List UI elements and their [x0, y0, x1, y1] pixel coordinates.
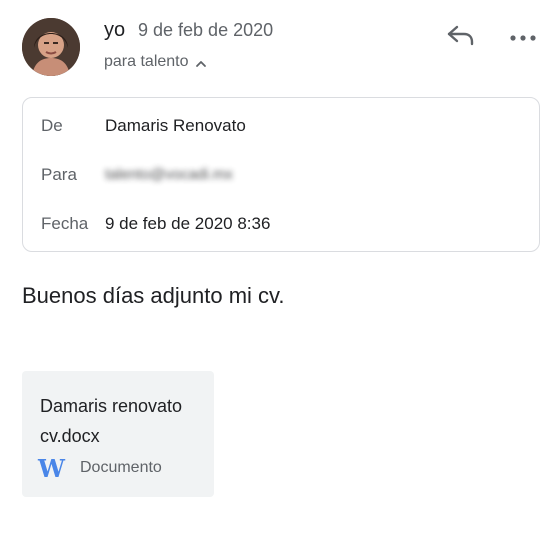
attachment-name-line1: Damaris renovato — [40, 396, 183, 416]
sender-name: yo — [104, 19, 126, 41]
attachment-name: Damaris renovato cv.docx — [40, 391, 210, 451]
attachment-name-line2: cv.docx — [40, 426, 100, 446]
message-details-card: De Damaris Renovato Para talento@vocadi.… — [22, 97, 540, 252]
date-label: Fecha — [41, 214, 89, 233]
from-label: De — [41, 116, 63, 135]
sender-date: 9 de feb de 2020 — [138, 20, 274, 40]
avatar-image — [22, 18, 80, 76]
detail-row-from: De Damaris Renovato — [23, 114, 539, 138]
recipient-summary: para talento — [104, 53, 189, 70]
reply-button[interactable] — [444, 22, 478, 52]
word-document-icon: W — [38, 453, 65, 483]
attachment-card[interactable]: Damaris renovato cv.docx W Documento — [22, 371, 214, 497]
to-value[interactable]: talento@vocadi.mx — [105, 163, 233, 187]
chevron-up-icon — [195, 56, 207, 68]
recipient-toggle[interactable]: para talento — [104, 52, 207, 72]
reply-icon — [446, 24, 476, 51]
sender-avatar[interactable] — [22, 18, 80, 76]
date-value: 9 de feb de 2020 8:36 — [105, 214, 271, 233]
more-options-icon — [510, 28, 536, 46]
detail-row-to: Para talento@vocadi.mx — [23, 163, 539, 187]
attachment-type-label: Documento — [80, 459, 162, 476]
attachment-type-row: W Documento — [38, 453, 162, 483]
from-value: Damaris Renovato — [105, 116, 246, 135]
message-body: Buenos días adjunto mi cv. — [22, 283, 285, 308]
more-options-button[interactable] — [506, 22, 540, 52]
to-label: Para — [41, 165, 77, 184]
detail-row-date: Fecha 9 de feb de 2020 8:36 — [23, 212, 539, 236]
